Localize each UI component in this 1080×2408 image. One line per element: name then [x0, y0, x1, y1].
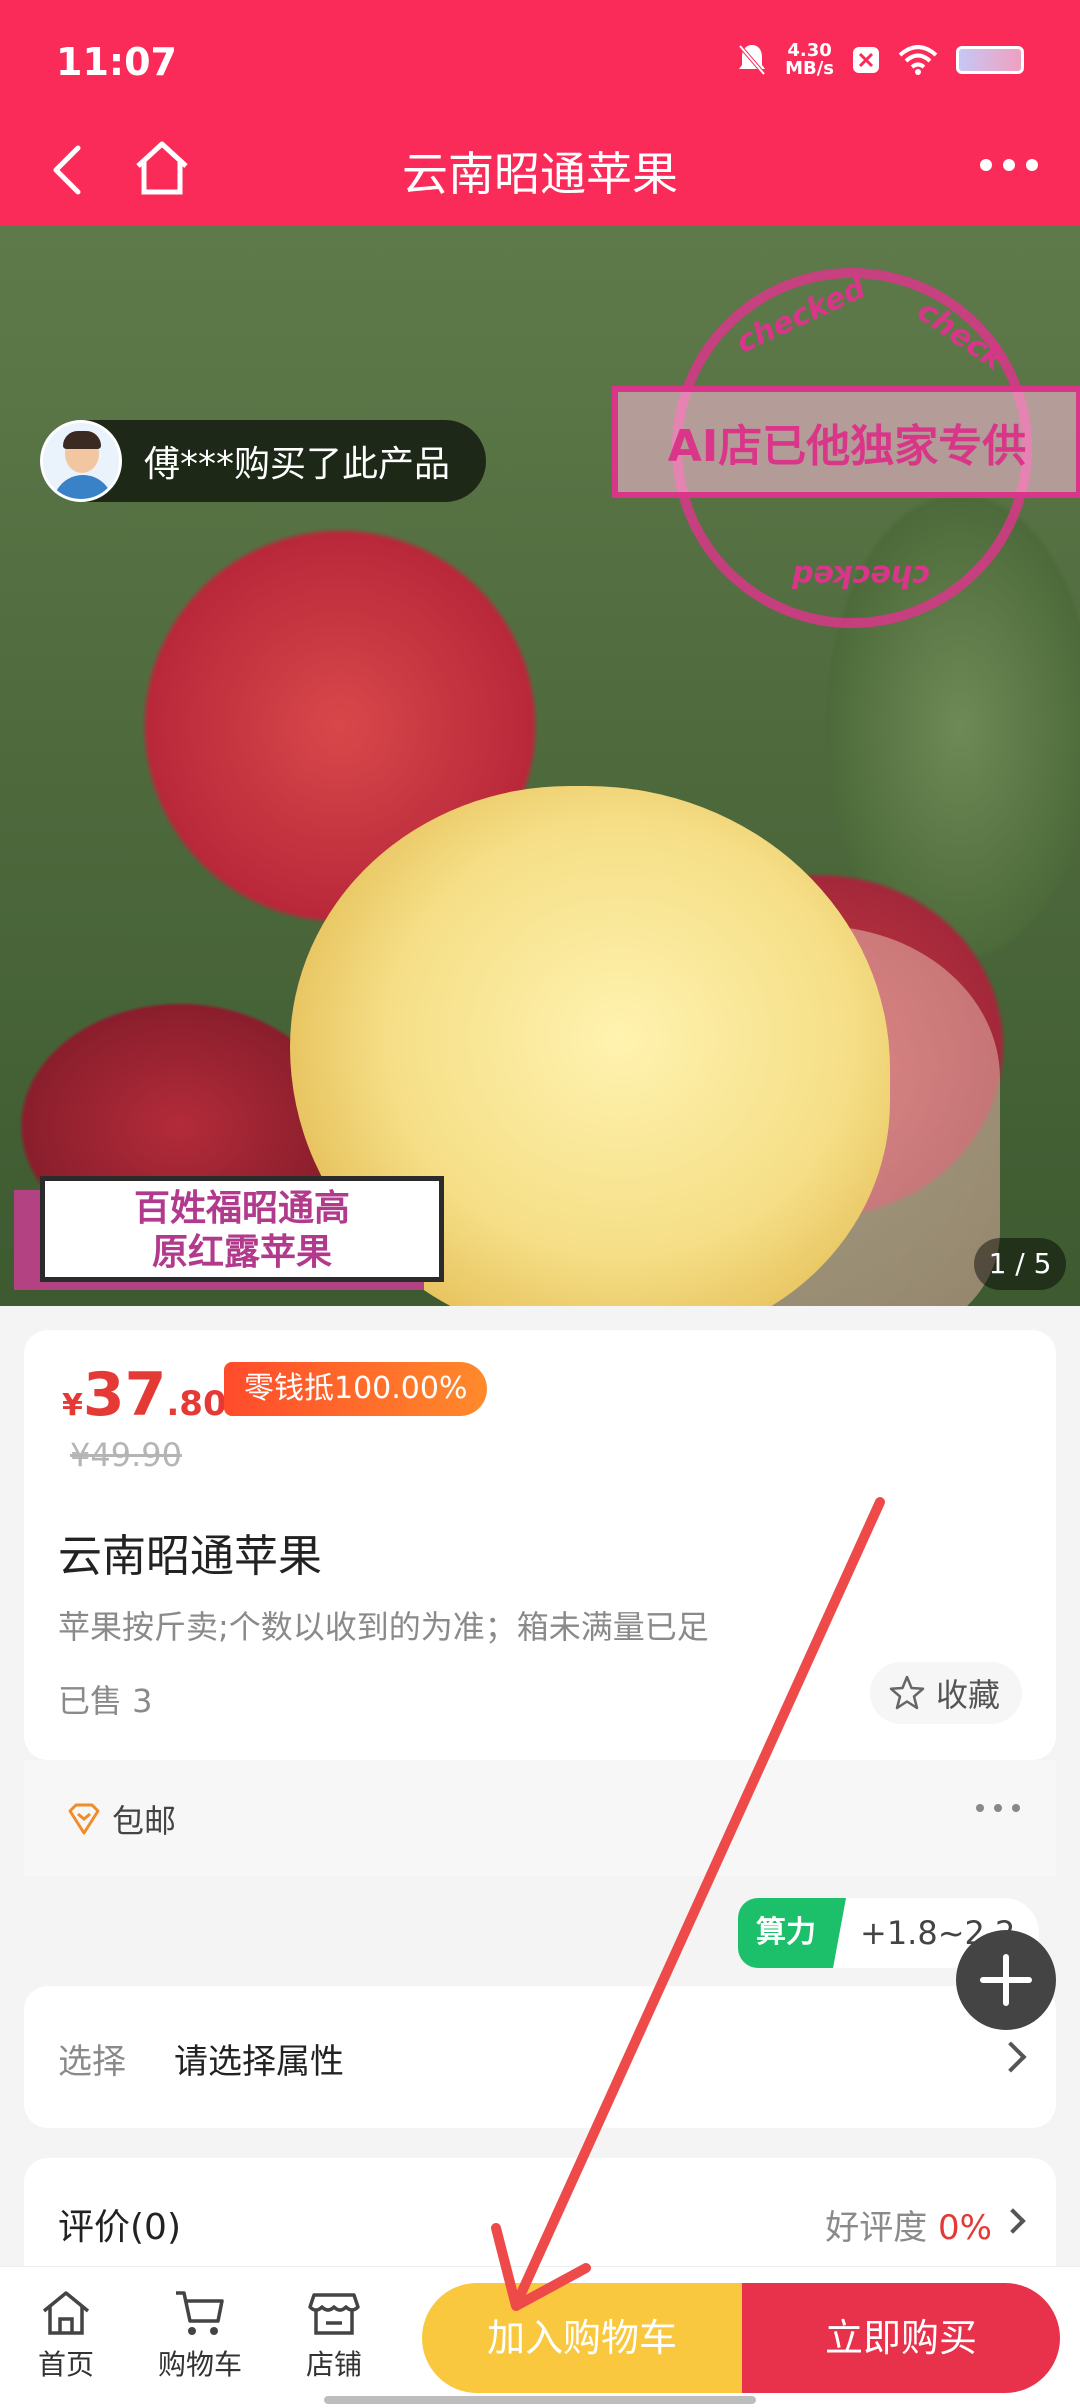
- select-value: 请选择属性: [174, 2042, 344, 2082]
- status-icons: 4.30 MB/s: [737, 42, 1024, 78]
- select-attributes-row[interactable]: 选择 请选择属性: [24, 1986, 1056, 2128]
- status-bar: 11:07 4.30 MB/s: [0, 0, 1080, 120]
- shipping-text: 包邮: [112, 1802, 177, 1840]
- shipping-label: 包邮: [66, 1796, 176, 1842]
- promo-line: 百姓福昭通高: [133, 1188, 350, 1229]
- chevron-right-icon: [1000, 2208, 1026, 2234]
- product-description: 苹果按斤卖;个数以收到的为准；箱未满量已足: [58, 1608, 709, 1646]
- free-shipping-icon: [68, 1803, 100, 1835]
- cart-icon: [176, 2291, 224, 2335]
- status-time: 11:07: [56, 40, 177, 84]
- add-to-cart-button[interactable]: 加入购物车: [422, 2283, 742, 2393]
- shipping-row[interactable]: 包邮: [24, 1760, 1056, 1876]
- original-price: ¥49.90: [70, 1436, 182, 1474]
- review-title: 评价(0): [58, 2207, 181, 2248]
- image-counter: 1 / 5: [974, 1238, 1066, 1290]
- tab-home-label: 首页: [37, 2348, 94, 2381]
- favorite-button[interactable]: 收藏: [869, 1662, 1022, 1724]
- buyer-notice: 傅***购买了此产品: [40, 420, 487, 502]
- home-indicator: [324, 2396, 756, 2404]
- watermark-stamp: checked check checked AI店已他独家专供: [612, 268, 1080, 648]
- sold-count: 已售 3: [58, 1682, 153, 1720]
- tab-store[interactable]: 店铺: [274, 2287, 394, 2383]
- more-icon[interactable]: [974, 1798, 1022, 1818]
- compute-label: 算力: [738, 1898, 846, 1968]
- floating-add-button[interactable]: [956, 1930, 1056, 2030]
- buyer-notice-text: 傅***购买了此产品: [144, 444, 451, 485]
- promo-badge: 百姓福昭通高 原红露苹果: [14, 1176, 444, 1292]
- buy-now-button[interactable]: 立即购买: [742, 2283, 1060, 2393]
- product-info-card: ¥37.80 零钱抵100.00% ¥49.90 云南昭通苹果 苹果按斤卖;个数…: [24, 1330, 1056, 1760]
- mute-icon: [738, 44, 766, 76]
- tab-cart[interactable]: 购物车: [140, 2287, 260, 2383]
- select-key: 选择: [58, 2042, 126, 2082]
- chevron-right-icon: [995, 2041, 1027, 2073]
- avatar: [40, 420, 122, 502]
- net-speed-unit: MB/s: [785, 58, 834, 79]
- store-icon: [308, 2293, 360, 2335]
- promo-line: 原红露苹果: [151, 1232, 332, 1273]
- product-image-gallery[interactable]: 傅***购买了此产品 checked check checked AI店已他独家…: [0, 226, 1080, 1306]
- product-name: 云南昭通苹果: [58, 1531, 322, 1582]
- currency-symbol: ¥: [62, 1388, 83, 1423]
- price: ¥37.80: [62, 1360, 227, 1430]
- navigation-bar: 云南昭通苹果: [0, 120, 1080, 226]
- battery-icon: [956, 46, 1024, 74]
- wifi-icon: [898, 45, 938, 75]
- price-decimal: .80: [166, 1384, 227, 1424]
- tab-cart-label: 购物车: [157, 2348, 242, 2381]
- page-title: 云南昭通苹果: [402, 147, 678, 201]
- star-icon: [889, 1675, 925, 1710]
- more-icon[interactable]: [974, 140, 1044, 190]
- change-discount-tag: 零钱抵100.00%: [224, 1362, 488, 1416]
- tab-home[interactable]: 首页: [6, 2287, 126, 2383]
- stamp-word: checked: [792, 558, 930, 593]
- stamp-text: AI店已他独家专供: [612, 386, 1080, 498]
- x-icon: [853, 47, 879, 73]
- net-speed: 4.30 MB/s: [785, 42, 834, 78]
- tab-store-label: 店铺: [305, 2348, 362, 2381]
- home-icon: [42, 2291, 90, 2335]
- favorite-label: 收藏: [935, 1676, 1000, 1714]
- bottom-action-bar: 首页 购物车 店铺 加入购物车 立即购买: [0, 2266, 1080, 2408]
- review-rate: 好评度 0%: [825, 2200, 992, 2249]
- review-rate-label: 好评度: [825, 2208, 928, 2248]
- review-rate-value: 0%: [938, 2208, 992, 2248]
- price-integer: 37: [82, 1360, 167, 1430]
